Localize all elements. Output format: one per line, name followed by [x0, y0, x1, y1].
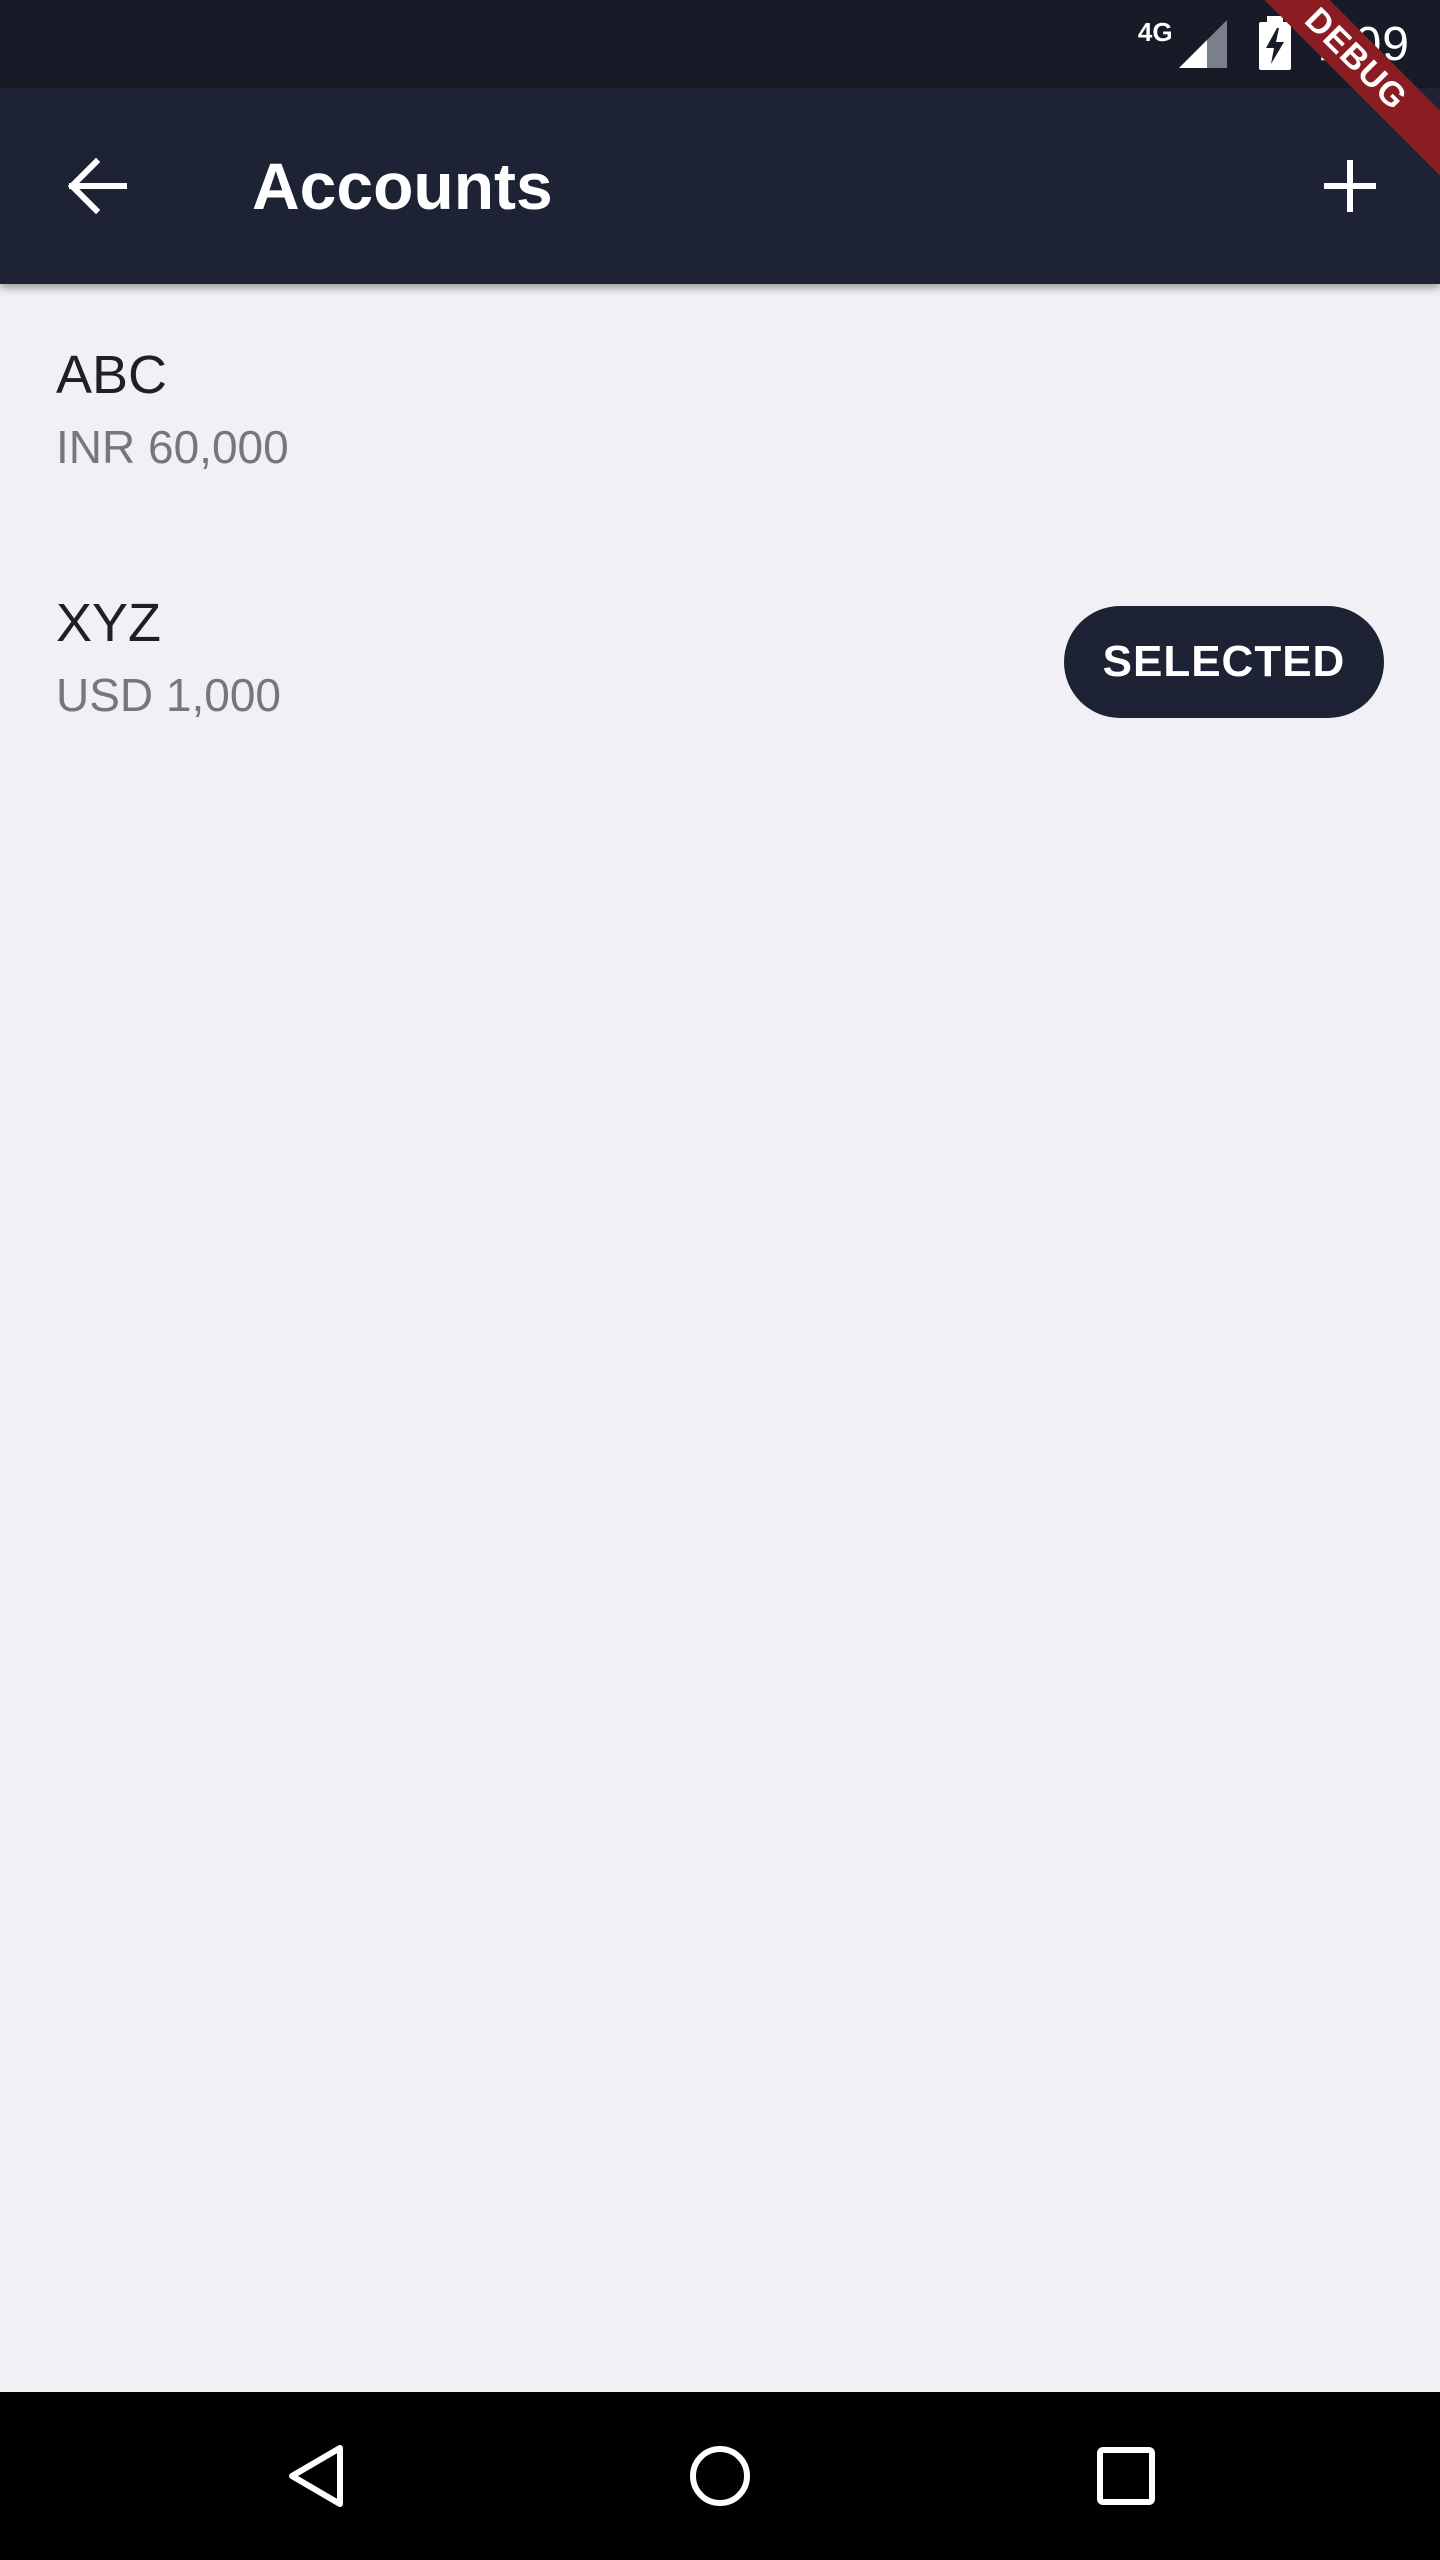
selected-badge: SELECTED: [1064, 606, 1384, 718]
arrow-back-icon: [67, 157, 127, 215]
system-nav-bar: [0, 2392, 1440, 2560]
account-name: ABC: [56, 345, 168, 405]
status-bar: 4G 7:09: [0, 0, 1440, 88]
add-account-button[interactable]: [1300, 136, 1400, 236]
nav-recents-button[interactable]: [1076, 2426, 1176, 2526]
account-balance: USD 1,000: [56, 669, 282, 721]
nav-recents-icon: [1097, 2447, 1155, 2505]
accounts-list: ABC INR 60,000 XYZ USD 1,000 SELECTED: [0, 284, 1440, 2392]
nav-home-icon: [690, 2446, 750, 2506]
account-item-xyz[interactable]: XYZ USD 1,000 SELECTED: [0, 536, 1440, 788]
back-button[interactable]: [48, 136, 148, 236]
account-balance: INR 60,000: [56, 421, 289, 473]
nav-back-icon: [289, 2445, 343, 2507]
account-item-abc[interactable]: ABC INR 60,000: [0, 284, 1440, 536]
page-title: Accounts: [252, 149, 553, 223]
signal-icon: [1178, 20, 1227, 68]
plus-icon: [1324, 160, 1376, 212]
account-name: XYZ: [56, 593, 162, 653]
nav-home-button[interactable]: [670, 2426, 770, 2526]
nav-back-button[interactable]: [266, 2426, 366, 2526]
app-bar: Accounts: [0, 88, 1440, 284]
network-type-label: 4G: [1137, 16, 1173, 47]
